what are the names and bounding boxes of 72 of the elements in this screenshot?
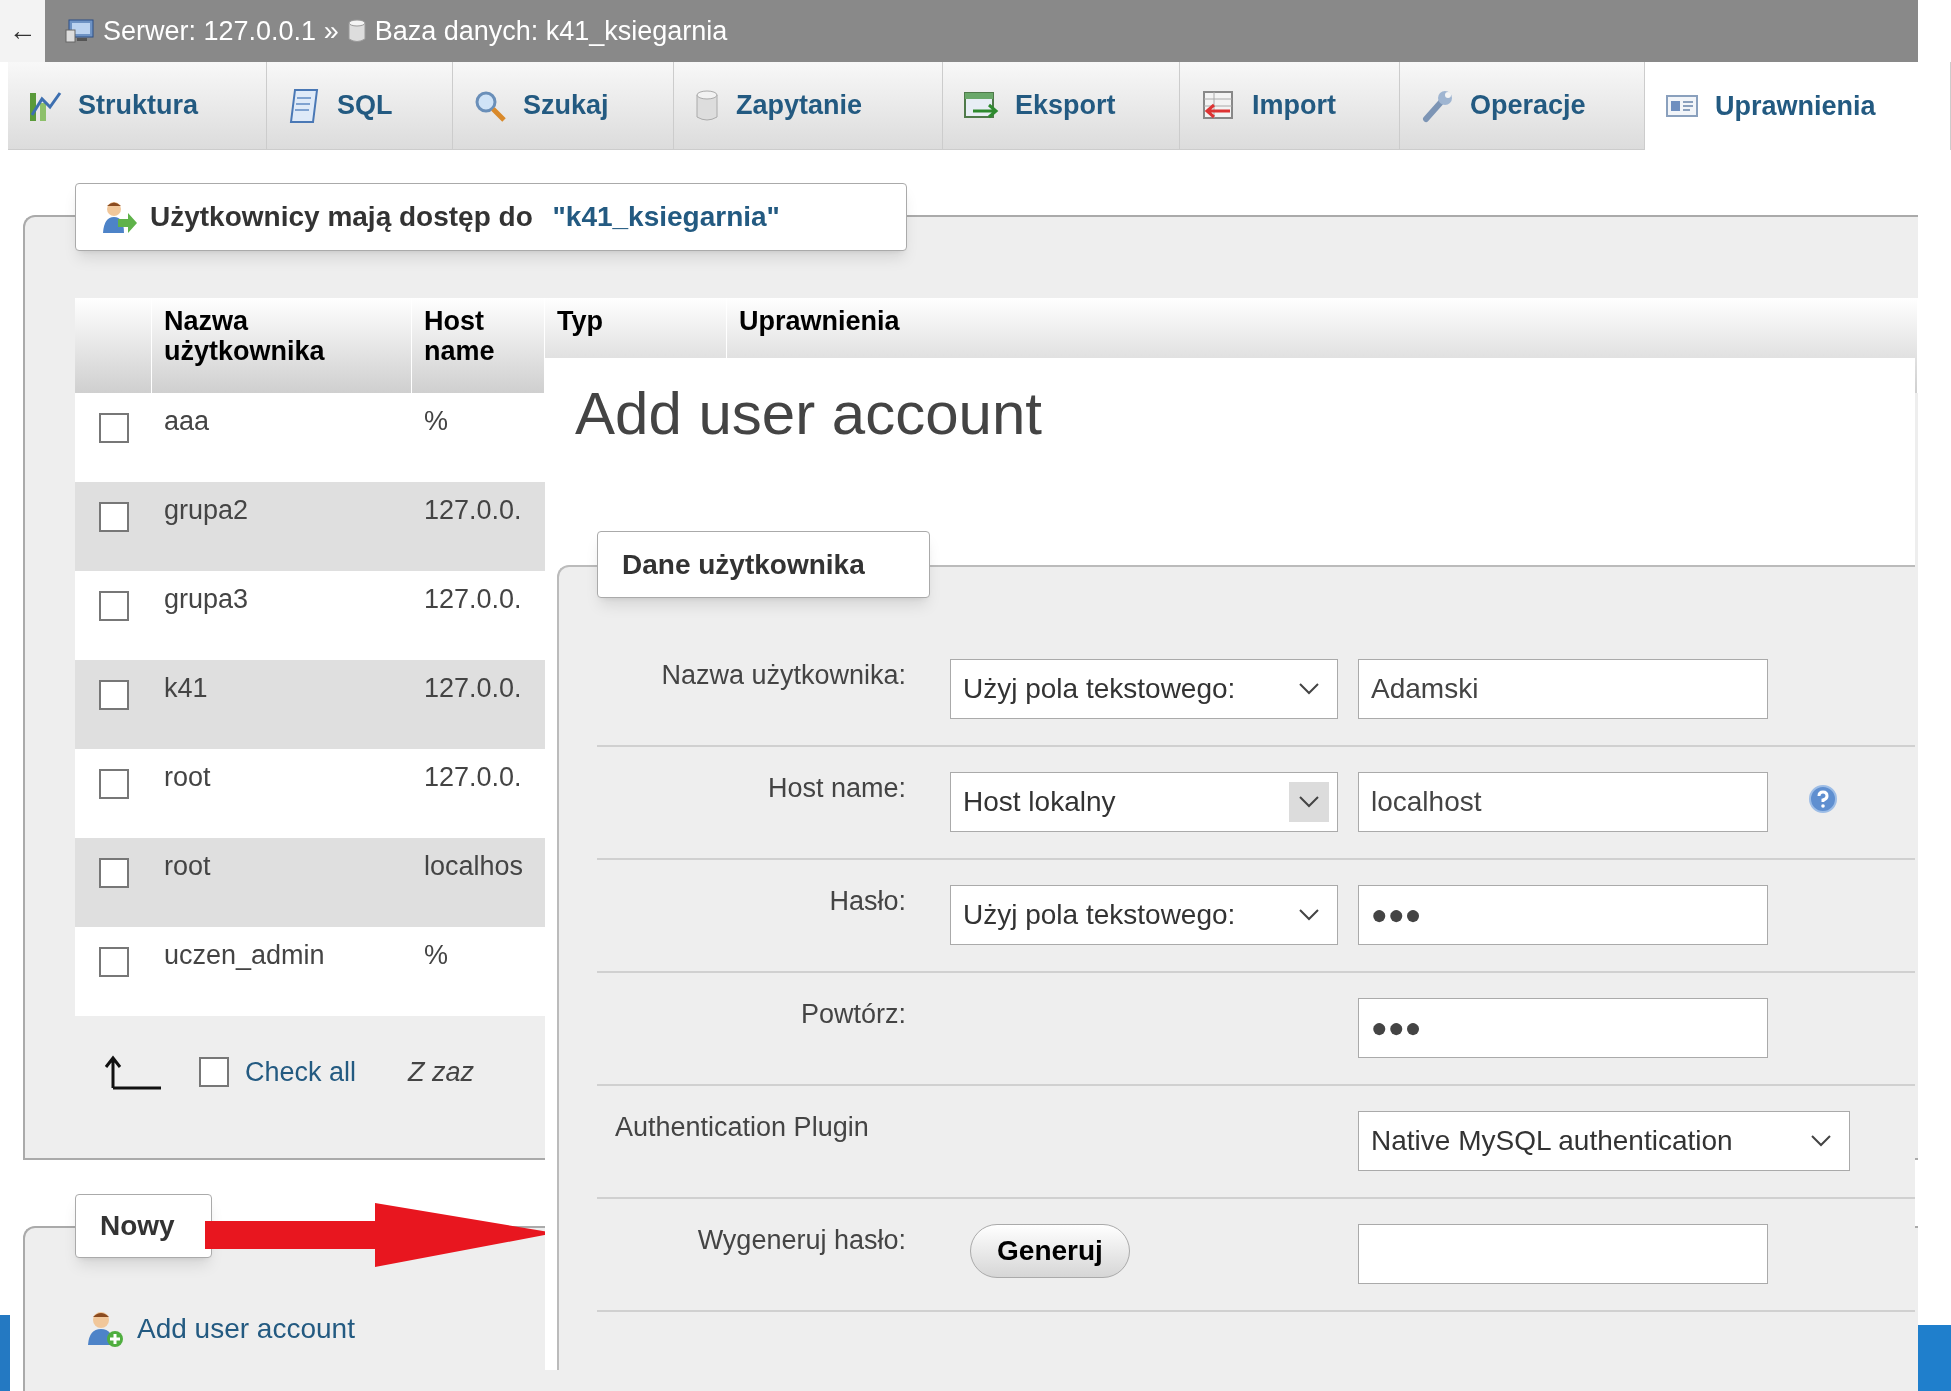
table-cell-text: % bbox=[423, 405, 449, 438]
panel-legend: Nowy bbox=[75, 1194, 212, 1258]
dropdown[interactable]: Użyj pola tekstowego: bbox=[950, 885, 1338, 945]
checkbox[interactable] bbox=[98, 680, 129, 710]
table-cell-text: root bbox=[163, 850, 212, 883]
chevron-icon bbox=[1298, 682, 1320, 696]
table-cell-text: uczen_admin bbox=[163, 939, 326, 972]
tab[interactable]: Zapytanie bbox=[674, 62, 943, 150]
checkbox[interactable] bbox=[98, 858, 129, 888]
server-link[interactable]: Serwer: 127.0.0.1 » bbox=[103, 10, 339, 52]
chevron-icon bbox=[1298, 795, 1320, 809]
field-label: Host name: bbox=[766, 772, 907, 805]
field-label: Hasło: bbox=[828, 885, 907, 918]
monitor-icon bbox=[65, 18, 95, 44]
text-field[interactable]: Adamski bbox=[1358, 659, 1768, 719]
text-field[interactable]: ●●● bbox=[1358, 885, 1768, 945]
checkbox[interactable] bbox=[98, 591, 129, 621]
checkbox[interactable] bbox=[98, 947, 129, 977]
dropdown[interactable]: Host lokalny bbox=[950, 772, 1338, 832]
column-header[interactable]: Host name bbox=[412, 298, 545, 393]
checkbox[interactable] bbox=[98, 413, 129, 443]
chevron-icon bbox=[1298, 908, 1320, 922]
column-header[interactable]: Nazwa użytkownika bbox=[152, 298, 412, 393]
generate-button[interactable]: Generuj bbox=[970, 1224, 1130, 1278]
field-label: Authentication Plugin bbox=[614, 1111, 870, 1144]
table-cell-text: localhos bbox=[423, 850, 525, 883]
with-selected-label: Z zaz bbox=[408, 1055, 475, 1089]
database-icon bbox=[346, 18, 367, 44]
table-cell-text: k41 bbox=[163, 672, 209, 705]
table-cell-text: 127.0.0. bbox=[423, 672, 523, 705]
table-cell-text: 127.0.0. bbox=[423, 494, 523, 527]
legend-text: Użytkownicy mają dostęp do bbox=[150, 200, 534, 234]
tab[interactable]: Import bbox=[1180, 62, 1400, 150]
field-label: Powtórz: bbox=[799, 998, 907, 1031]
text-field[interactable] bbox=[1358, 1224, 1768, 1284]
cylinder-icon bbox=[694, 88, 720, 123]
table-cell-text: 127.0.0. bbox=[423, 761, 523, 794]
panel-legend: Dane użytkownika bbox=[597, 531, 930, 598]
edge-panel bbox=[1918, 1325, 1951, 1391]
table-cell-text: grupa2 bbox=[163, 494, 250, 527]
text-field[interactable]: localhost bbox=[1358, 772, 1768, 832]
back-button[interactable]: ← bbox=[0, 0, 45, 62]
table-cell-text: % bbox=[423, 939, 449, 972]
table-cell-text: aaa bbox=[163, 405, 211, 438]
tab[interactable]: Struktura bbox=[8, 62, 267, 150]
check-all-link[interactable]: Check all bbox=[245, 1051, 357, 1093]
field-label: Nazwa użytkownika: bbox=[660, 659, 907, 692]
field-label: Wygeneruj hasło: bbox=[696, 1224, 907, 1257]
table-cell-text: grupa3 bbox=[163, 583, 250, 616]
dropdown[interactable]: Native MySQL authentication bbox=[1358, 1111, 1850, 1171]
tab[interactable]: Szukaj bbox=[453, 62, 674, 150]
checkbox[interactable] bbox=[98, 502, 129, 532]
tab[interactable]: SQL bbox=[267, 62, 453, 150]
database-link[interactable]: Baza danych: k41_ksiegarnia bbox=[374, 10, 728, 52]
dropdown[interactable]: Użyj pola tekstowego: bbox=[950, 659, 1338, 719]
text-field[interactable]: ●●● bbox=[1358, 998, 1768, 1058]
database-name[interactable]: "k41_ksiegarnia" bbox=[552, 196, 780, 238]
help-icon[interactable] bbox=[1808, 784, 1838, 814]
checkbox[interactable] bbox=[98, 769, 129, 799]
chevron-icon bbox=[1810, 1134, 1832, 1148]
page-icon bbox=[287, 87, 321, 124]
tab[interactable]: Eksport bbox=[943, 62, 1180, 150]
add-user-link[interactable]: Add user account bbox=[137, 1308, 355, 1350]
wrench-icon bbox=[1420, 88, 1454, 123]
tab[interactable]: Operacje bbox=[1400, 62, 1645, 150]
table-cell-text: 127.0.0. bbox=[423, 583, 523, 616]
table-cell-text: root bbox=[163, 761, 212, 794]
users-icon bbox=[100, 199, 138, 235]
add-user-icon bbox=[85, 1309, 125, 1349]
id-card-icon bbox=[1665, 92, 1699, 120]
select-arrow-icon bbox=[103, 1054, 163, 1090]
checkbox[interactable] bbox=[199, 1057, 229, 1087]
